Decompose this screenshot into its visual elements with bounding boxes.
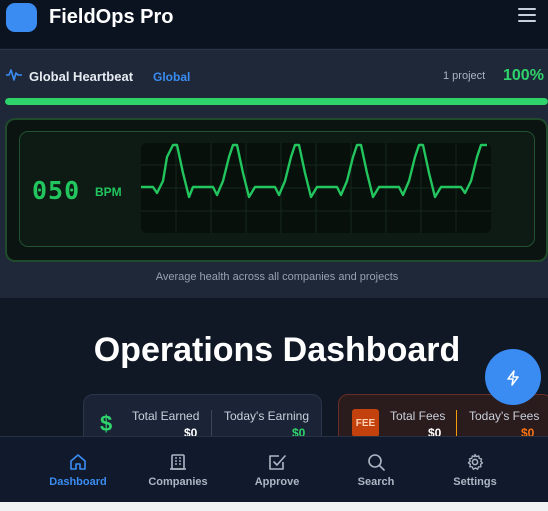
ecg-trace — [141, 143, 487, 199]
dollar-icon: $ — [100, 411, 113, 436]
nav-label: Companies — [148, 476, 208, 488]
search-icon — [368, 454, 385, 471]
global-heartbeat-panel: Global Heartbeat Global 1 project 100% 0… — [0, 49, 548, 298]
bottom-navigation: Dashboard Companies Approve Search Setti… — [0, 436, 548, 502]
app-logo[interactable] — [6, 3, 37, 32]
ecg-screen — [141, 143, 491, 233]
heartbeat-caption: Average health across all companies and … — [155, 271, 399, 283]
app-window: FieldOps Pro Global Heartbeat Global 1 p… — [0, 0, 548, 502]
health-percent: 100% — [503, 67, 544, 84]
health-progress-bar — [5, 98, 548, 105]
nav-label: Dashboard — [49, 476, 107, 488]
nav-label: Approve — [254, 476, 300, 488]
heartbeat-scope-label[interactable]: Global — [153, 70, 190, 84]
nav-item-settings[interactable]: Settings — [425, 437, 525, 502]
nav-item-dashboard[interactable]: Dashboard — [28, 437, 128, 502]
nav-label: Search — [357, 476, 395, 488]
hamburger-menu-icon[interactable] — [518, 8, 536, 24]
fee-icon: FEE — [352, 409, 379, 437]
total-earned-label: Total Earned — [132, 409, 200, 423]
top-bar: FieldOps Pro — [0, 0, 548, 48]
home-icon — [70, 454, 86, 470]
building-icon — [170, 454, 186, 470]
gear-icon — [467, 453, 484, 470]
check-square-icon — [269, 455, 286, 470]
nav-label: Settings — [453, 476, 497, 488]
page-title: Operations Dashboard — [93, 331, 461, 369]
nav-item-approve[interactable]: Approve — [227, 437, 327, 502]
lightning-icon — [507, 370, 519, 386]
heart-monitor-inner: 050 BPM — [19, 131, 535, 247]
ecg-graph — [141, 143, 491, 233]
nav-item-companies[interactable]: Companies — [128, 437, 228, 502]
heart-monitor: 050 BPM — [5, 118, 548, 262]
total-fees-label: Total Fees — [390, 409, 446, 423]
bpm-unit: BPM — [95, 185, 122, 199]
nav-item-search[interactable]: Search — [326, 437, 426, 502]
activity-icon — [6, 69, 22, 81]
heartbeat-title: Global Heartbeat — [29, 69, 134, 84]
todays-fees-label: Today's Fees — [469, 409, 540, 423]
app-title: FieldOps Pro — [49, 6, 174, 28]
todays-earning-label: Today's Earning — [224, 409, 310, 423]
project-count: 1 project — [443, 70, 486, 82]
health-progress-fill — [5, 98, 548, 105]
bpm-value: 050 — [32, 176, 81, 205]
quick-action-button[interactable] — [485, 349, 541, 405]
